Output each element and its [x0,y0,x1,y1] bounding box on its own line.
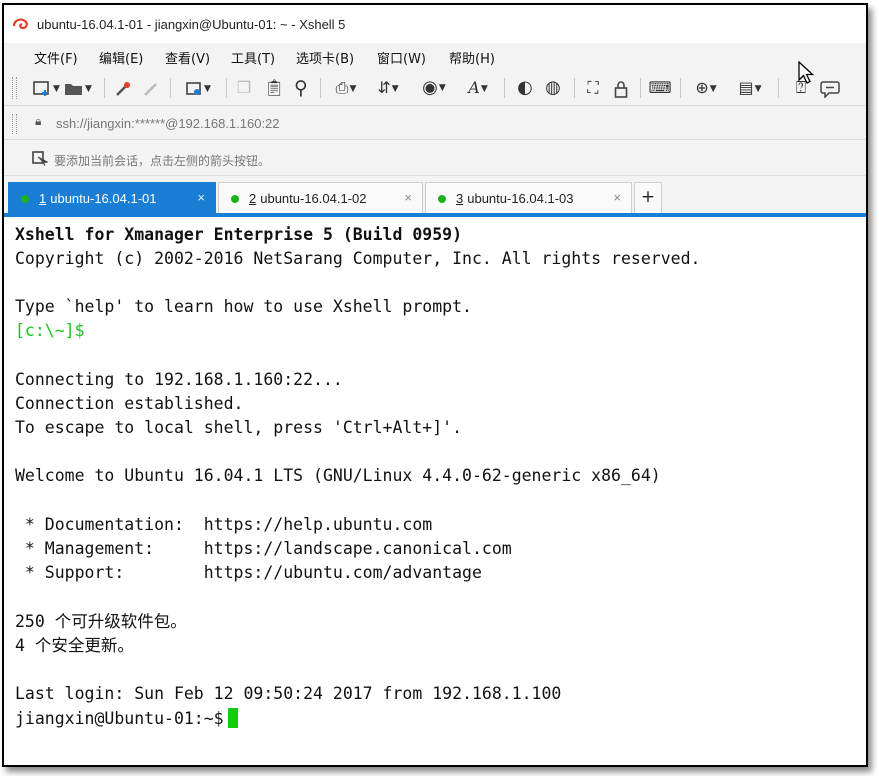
close-tab-icon[interactable]: × [404,190,412,205]
toolbar-grip[interactable] [12,77,17,99]
close-tab-icon[interactable]: × [613,190,621,205]
find-icon[interactable]: ⚲ [290,77,312,99]
transfer-icon[interactable]: ⇵▼ [370,77,406,99]
xmanager-icon[interactable]: ◍ [542,77,564,99]
close-tab-icon[interactable]: × [197,190,205,205]
local-prompt: [c:\~]$ [15,321,85,340]
connected-status-icon [438,195,446,203]
terminal-line: * Support: https://ubuntu.com/advantage [15,563,482,582]
tab-session-1[interactable]: 1 ubuntu-16.04.1-01 × [8,182,216,215]
tab-number: 1 [39,191,47,206]
tab-number: 3 [456,191,464,206]
session-hint-bar: 要添加当前会话，点击左侧的箭头按钮。 [4,139,866,176]
menu-view[interactable]: 查看(V) [165,48,210,67]
toolbar: ▼ ▼ ▼ ❐ 📋︎ ⚲ ⎙▼ ⇵▼ ◉▼ A▼ ◐ ◍ ⛶ ⌨ ⊕▼ ▤▼ ⍰ [4,71,866,105]
shell-prompt: jiangxin@Ubuntu-01:~$ [15,709,224,728]
disconnect-icon[interactable] [140,77,162,99]
toolbar-separator [320,78,321,98]
menu-tabs[interactable]: 选项卡(B) [296,48,354,67]
tab-session-2[interactable]: 2 ubuntu-16.04.1-02 × [218,182,423,215]
new-tab-icon[interactable]: ⊕▼ [688,77,724,99]
paste-icon[interactable]: 📋︎ [264,77,284,99]
terminal-line: Type `help' to learn how to use Xshell p… [15,297,472,316]
print-icon[interactable]: ⎙▼ [328,77,364,99]
address-bar-grip[interactable] [12,114,17,134]
new-session-icon[interactable]: ▼ [28,77,64,99]
open-folder-icon[interactable]: ▼ [60,77,96,99]
toolbar-separator [170,78,171,98]
xshell-logo-icon [13,18,28,30]
terminal-line: Last login: Sun Feb 12 09:50:24 2017 fro… [15,684,562,703]
tab-label: ubuntu-16.04.1-01 [50,191,157,206]
reconnect-icon[interactable] [112,77,134,99]
terminal-pane[interactable]: Xshell for Xmanager Enterprise 5 (Build … [4,217,866,765]
menu-file[interactable]: 文件(F) [34,48,78,67]
terminal-line: Connecting to 192.168.1.160:22... [15,370,343,389]
copy-icon[interactable]: ❐ [234,77,254,99]
tab-number: 2 [249,191,257,206]
tab-bar: 1 ubuntu-16.04.1-01 × 2 ubuntu-16.04.1-02 … [4,175,866,216]
mouse-pointer-icon [798,61,815,84]
toolbar-separator [680,78,681,98]
menu-bar: 文件(F) 编辑(E) 查看(V) 工具(T) 选项卡(B) 窗口(W) 帮助(… [4,43,866,71]
terminal-line: 250 个可升级软件包。 [15,612,187,631]
terminal-line: Welcome to Ubuntu 16.04.1 LTS (GNU/Linux… [15,466,661,485]
terminal-line: * Management: https://landscape.canonica… [15,539,512,558]
terminal-cursor[interactable] [227,708,238,728]
toolbar-separator [640,78,641,98]
tab-session-3[interactable]: 3 ubuntu-16.04.1-03 × [425,182,632,215]
shell-prompt-line: jiangxin@Ubuntu-01:~$ [15,708,238,730]
menu-help[interactable]: 帮助(H) [449,48,495,67]
toolbar-separator [574,78,575,98]
terminal-line: 4 个安全更新。 [15,636,134,655]
globe-icon[interactable]: ◉▼ [414,77,454,99]
tab-label: ubuntu-16.04.1-02 [260,191,367,206]
toolbar-separator [226,78,227,98]
window-title: ubuntu-16.04.1-01 - jiangxin@Ubuntu-01: … [37,17,346,32]
terminal-line: To escape to local shell, press 'Ctrl+Al… [15,418,463,437]
menu-edit[interactable]: 编辑(E) [99,48,143,67]
toolbar-separator [778,78,779,98]
xftp-icon[interactable]: ◐ [514,77,536,99]
keyboard-icon[interactable]: ⌨ [648,77,672,99]
terminal-line: Copyright (c) 2002-2016 NetSarang Comput… [15,249,701,268]
terminal-line: * Documentation: https://help.ubuntu.com [15,515,433,534]
connected-status-icon [21,195,29,203]
font-icon[interactable]: A▼ [460,77,496,99]
toolbar-separator [504,78,505,98]
fullscreen-icon[interactable]: ⛶ [582,77,604,99]
toolbar-separator [104,78,105,98]
menu-window[interactable]: 窗口(W) [377,48,426,67]
terminal-line: Connection established. [15,394,244,413]
address-bar: 🔒︎ ssh://jiangxin:******@192.168.1.160:2… [4,105,866,140]
terminal-line: Xshell for Xmanager Enterprise 5 (Build … [15,225,463,244]
properties-icon[interactable]: ▼ [180,77,216,99]
secure-lock-icon: 🔒︎ [35,114,42,128]
menu-tools[interactable]: 工具(T) [231,48,275,67]
xshell-window: ubuntu-16.04.1-01 - jiangxin@Ubuntu-01: … [2,3,868,767]
add-tab-button[interactable]: + [634,182,662,214]
chat-icon[interactable] [818,77,842,99]
layout-icon[interactable]: ▤▼ [732,77,768,99]
connected-status-icon [231,195,239,203]
session-hint-text: 要添加当前会话，点击左侧的箭头按钮。 [54,154,271,168]
title-bar[interactable]: ubuntu-16.04.1-01 - jiangxin@Ubuntu-01: … [4,5,866,43]
address-input[interactable]: ssh://jiangxin:******@192.168.1.160:22 [56,116,280,131]
tab-label: ubuntu-16.04.1-03 [467,191,574,206]
add-session-arrow-icon[interactable] [32,151,48,166]
lock-icon[interactable] [610,77,632,99]
